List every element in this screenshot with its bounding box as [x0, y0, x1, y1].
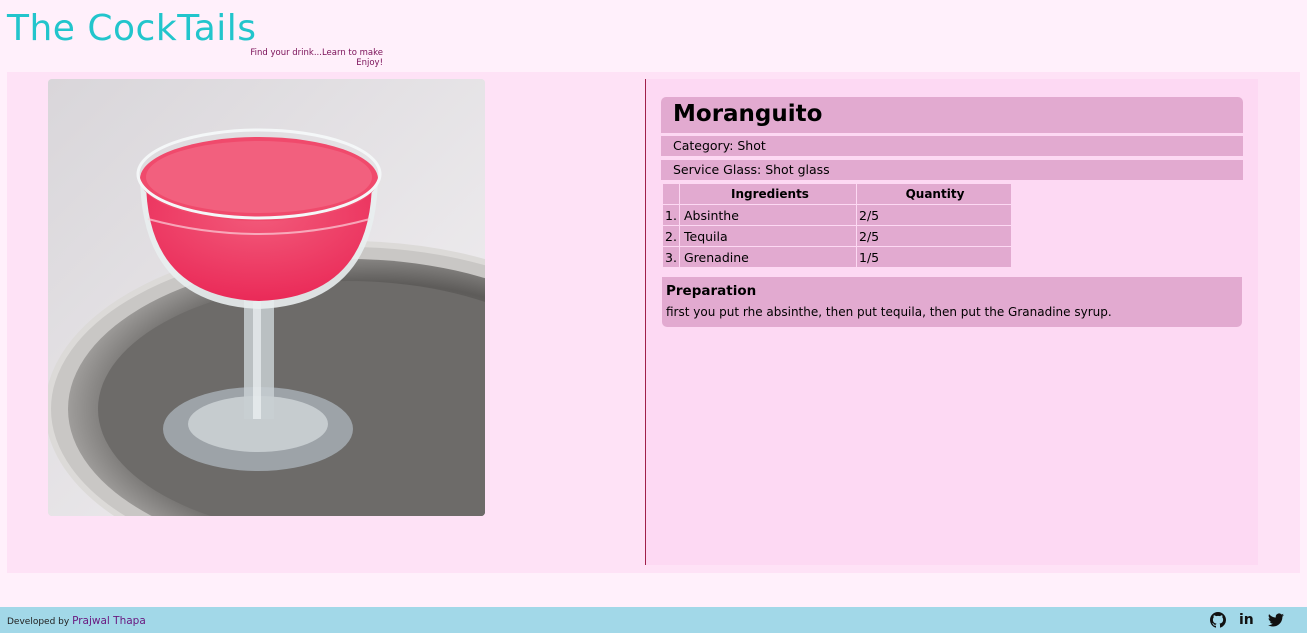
ingredient-quantity: 1/5 [857, 247, 1011, 267]
linkedin-icon[interactable]: in [1239, 612, 1255, 628]
drink-name: Moranguito [673, 101, 823, 127]
ingredient-name: Grenadine [680, 247, 856, 267]
category-text: Category: Shot [673, 138, 766, 153]
twitter-icon[interactable] [1268, 612, 1284, 628]
image-pane [7, 79, 646, 565]
table-row: 2. Tequila 2/5 [663, 226, 1011, 246]
tagline-line-2: Enjoy! [356, 58, 383, 68]
category-row: Category: Shot [661, 136, 1243, 156]
row-number: 1. [663, 205, 679, 225]
num-header [663, 184, 679, 204]
ingredient-name: Absinthe [680, 205, 856, 225]
ingredient-quantity: 2/5 [857, 205, 1011, 225]
developer-credit: Developed by Prajwal Thapa [7, 615, 146, 627]
preparation-text: first you put rhe absinthe, then put teq… [666, 305, 1112, 319]
table-row: 1. Absinthe 2/5 [663, 205, 1011, 225]
tagline-line-1: Find your drink...Learn to make [250, 48, 383, 58]
preparation-box: Preparation first you put rhe absinthe, … [662, 277, 1242, 327]
site-header: The CockTails Find your drink...Learn to… [7, 0, 394, 73]
details-pane: Moranguito Category: Shot Service Glass:… [646, 79, 1258, 565]
ingredients-header: Ingredients [680, 184, 856, 204]
site-title[interactable]: The CockTails [7, 8, 257, 49]
preparation-title: Preparation [666, 283, 757, 299]
github-icon[interactable] [1210, 612, 1226, 628]
drink-detail: Moranguito Category: Shot Service Glass:… [7, 72, 1300, 573]
drink-name-box: Moranguito [661, 97, 1243, 133]
glass-row: Service Glass: Shot glass [661, 160, 1243, 180]
site-footer: Developed by Prajwal Thapa in [0, 607, 1307, 633]
developed-by-label: Developed by [7, 617, 70, 627]
developer-link[interactable]: Prajwal Thapa [72, 615, 146, 627]
row-number: 2. [663, 226, 679, 246]
glass-text: Service Glass: Shot glass [673, 162, 830, 177]
row-number: 3. [663, 247, 679, 267]
quantity-header: Quantity [857, 184, 1011, 204]
ingredient-name: Tequila [680, 226, 856, 246]
table-header-row: Ingredients Quantity [663, 184, 1011, 204]
drink-photo [48, 79, 485, 516]
table-row: 3. Grenadine 1/5 [663, 247, 1011, 267]
ingredients-table: Ingredients Quantity 1. Absinthe 2/5 2. … [662, 183, 1012, 268]
tagline: Find your drink...Learn to make Enjoy! [250, 48, 383, 68]
ingredient-quantity: 2/5 [857, 226, 1011, 246]
